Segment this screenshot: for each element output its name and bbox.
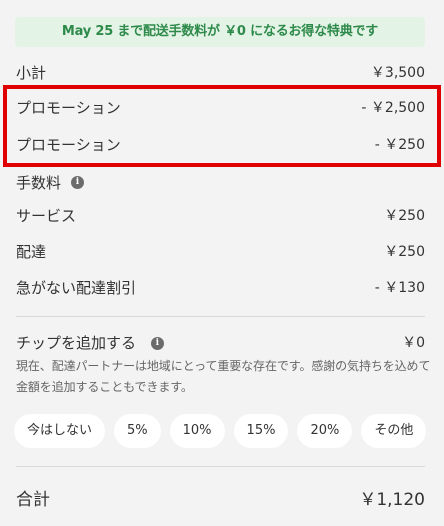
- total-row: 合計 ￥1,120: [16, 484, 425, 510]
- total-value: ￥1,120: [359, 489, 425, 510]
- subtotal-value: ￥3,500: [370, 65, 425, 81]
- subtotal-label: 小計: [16, 63, 47, 82]
- tip-value: ￥0: [402, 335, 425, 351]
- fees-header-row: 手数料 i: [16, 170, 425, 194]
- tip-options: 今はしない 5% 10% 15% 20% その他: [14, 414, 427, 448]
- tip-label: チップを追加する: [16, 333, 137, 352]
- tip-description: 現在、配達パートナーは地域にとって重要な存在です。感謝の気持ちを込めて金額を追加…: [16, 359, 431, 394]
- info-icon[interactable]: i: [150, 336, 164, 350]
- no-rush-discount-value: - ￥130: [374, 280, 425, 296]
- total-label: 合計: [16, 489, 50, 510]
- promo-banner: May 25 まで配送手数料が ￥0 になるお得な特典です: [15, 17, 425, 47]
- fees-label: 手数料: [16, 173, 62, 192]
- tip-option-5-button[interactable]: 5%: [114, 414, 161, 448]
- divider: [16, 466, 425, 467]
- delivery-fee-label: 配達: [16, 242, 47, 261]
- tip-option-other-button[interactable]: その他: [361, 414, 427, 448]
- promotion-highlight-box: [3, 85, 441, 167]
- no-rush-discount-row: 急がない配達割引 - ￥130: [16, 275, 425, 299]
- service-fee-label: サービス: [16, 206, 77, 225]
- delivery-fee-value: ￥250: [384, 244, 425, 260]
- tip-header: チップを追加する i: [16, 332, 164, 353]
- subtotal-row: 小計 ￥3,500: [16, 60, 425, 84]
- no-rush-discount-label: 急がない配達割引: [16, 278, 137, 297]
- tip-option-15-button[interactable]: 15%: [233, 414, 289, 448]
- tip-header-row: チップを追加する i ￥0: [16, 330, 425, 354]
- delivery-fee-row: 配達 ￥250: [16, 239, 425, 263]
- info-icon[interactable]: i: [71, 175, 85, 189]
- tip-option-none-button[interactable]: 今はしない: [14, 414, 106, 448]
- divider: [16, 316, 425, 317]
- service-fee-row: サービス ￥250: [16, 203, 425, 227]
- tip-option-20-button[interactable]: 20%: [297, 414, 353, 448]
- tip-option-10-button[interactable]: 10%: [169, 414, 225, 448]
- service-fee-value: ￥250: [384, 208, 425, 224]
